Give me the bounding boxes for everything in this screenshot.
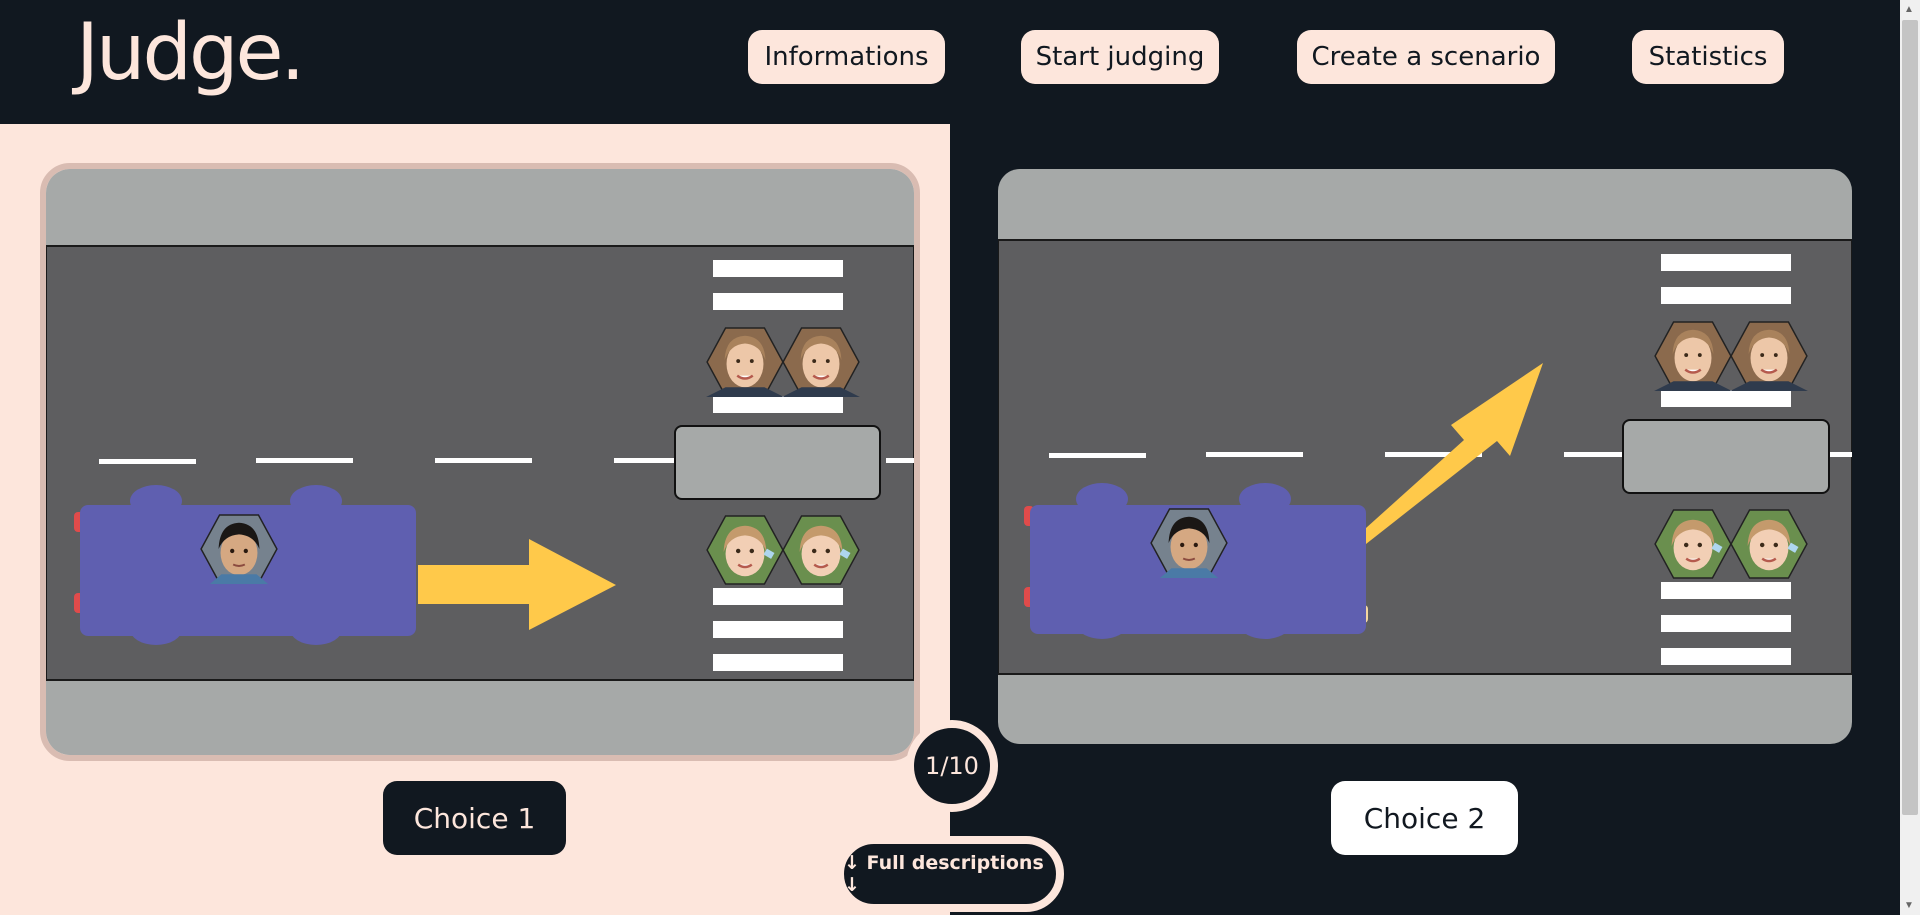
scrollbar-thumb[interactable] [1902, 20, 1918, 815]
scroll-down-icon[interactable]: ▼ [1904, 900, 1914, 911]
full-descriptions-button[interactable]: ↓ Full descriptions ↓ [836, 836, 1064, 912]
app-logo[interactable]: Judge. [76, 14, 305, 92]
progress-counter: 1/10 [906, 720, 998, 812]
choice-1-button[interactable]: Choice 1 [383, 781, 566, 855]
create-scenario-button[interactable]: Create a scenario [1297, 30, 1555, 84]
scenario-1-scene[interactable] [40, 163, 920, 761]
start-judging-button[interactable]: Start judging [1021, 30, 1219, 84]
traffic-island [1622, 419, 1830, 494]
traffic-island [674, 425, 881, 500]
top-navbar: Judge. Informations Start judging Create… [0, 0, 1920, 124]
scroll-up-icon[interactable]: ▲ [1904, 4, 1914, 15]
page-scrollbar[interactable]: ▲ ▼ [1900, 0, 1920, 915]
scenario-2-scene[interactable] [998, 169, 1852, 744]
informations-button[interactable]: Informations [748, 30, 945, 84]
choice-2-button[interactable]: Choice 2 [1331, 781, 1518, 855]
statistics-button[interactable]: Statistics [1632, 30, 1784, 84]
